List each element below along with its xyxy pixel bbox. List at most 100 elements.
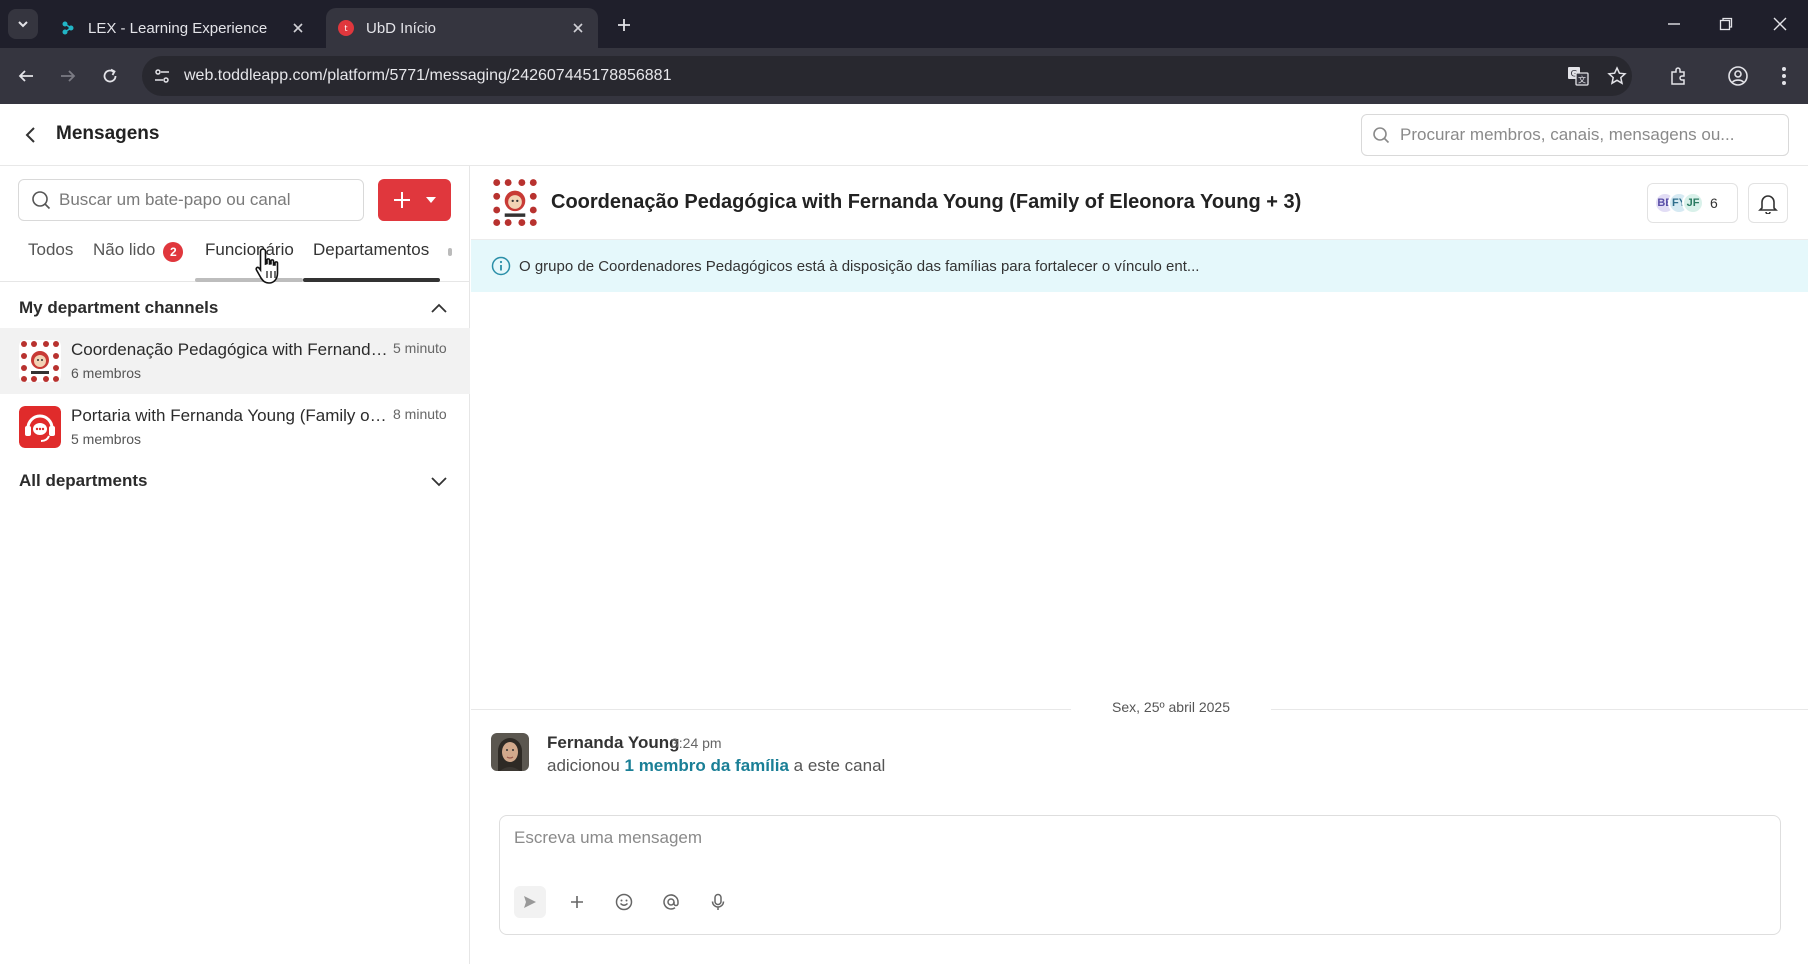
message-author[interactable]: Fernanda Young: [547, 733, 680, 753]
info-icon: [491, 256, 511, 276]
chevron-down-icon[interactable]: [428, 470, 450, 492]
date-label: Sex, 25º abril 2025: [1071, 699, 1271, 715]
svg-text:t: t: [344, 24, 347, 33]
channel-info-banner: O grupo de Coordenadores Pedagógicos est…: [471, 240, 1808, 292]
restore-icon: [1719, 17, 1733, 31]
site-info-icon[interactable]: [142, 56, 182, 96]
minimize-button[interactable]: [1662, 12, 1686, 36]
unread-count-badge: 2: [163, 242, 184, 262]
plus-icon: [618, 19, 630, 31]
send-icon: [524, 896, 536, 908]
minimize-icon: [1668, 23, 1680, 25]
channel-name: Coordenação Pedagógica with Fernanda You…: [71, 340, 389, 359]
reload-button[interactable]: [96, 62, 124, 90]
tab-departments[interactable]: Departamentos: [313, 238, 429, 282]
app-header: Mensagens: [0, 104, 1808, 166]
chevron-left-icon: [25, 127, 35, 143]
caret-down-icon: [425, 197, 436, 203]
reload-icon: [103, 68, 117, 83]
members-button[interactable]: BE FY JF 6: [1647, 183, 1738, 223]
date-separator: Sex, 25º abril 2025: [471, 699, 1808, 719]
tab-unread-label: Não lido: [93, 240, 156, 259]
mention-button[interactable]: [655, 886, 687, 918]
avatar[interactable]: [491, 733, 529, 771]
plus-icon: [394, 192, 411, 208]
message-link[interactable]: 1 membro da família: [625, 756, 789, 775]
translate-icon[interactable]: G文: [1564, 62, 1592, 90]
new-chat-button[interactable]: [378, 179, 451, 221]
channel-avatar[interactable]: [491, 178, 539, 226]
page-title: Mensagens: [56, 123, 160, 144]
send-button[interactable]: [514, 886, 546, 918]
message-body: adicionou 1 membro da família a este can…: [547, 756, 885, 776]
channel-time: 8 minuto: [393, 406, 447, 422]
chat-search-input[interactable]: [59, 190, 349, 210]
plus-icon: [571, 896, 583, 908]
channel-members: 5 membros: [71, 431, 142, 447]
browser-tab-bar: LEX - Learning Experience t UbD Início: [0, 0, 1808, 48]
message-input[interactable]: [514, 828, 1764, 858]
browser-tab-lex[interactable]: LEX - Learning Experience: [48, 8, 318, 48]
close-icon[interactable]: [570, 20, 586, 36]
close-icon[interactable]: [290, 20, 306, 36]
channel-avatar: [19, 406, 61, 448]
hand-cursor-icon: [255, 248, 279, 284]
forward-button[interactable]: [54, 62, 82, 90]
restore-button[interactable]: [1714, 12, 1738, 36]
message-time: 3:24 pm: [671, 735, 722, 751]
tab-hover-indicator: [195, 278, 303, 282]
search-icon: [32, 191, 51, 210]
message-text: a este canal: [793, 756, 886, 775]
tab-search-button[interactable]: [8, 9, 38, 39]
global-search-input[interactable]: [1400, 125, 1770, 145]
lex-favicon-icon: [62, 21, 74, 35]
channel-item[interactable]: Portaria with Fernanda Young (Family of …: [0, 394, 470, 460]
toddle-favicon-icon: t: [338, 20, 354, 36]
channel-item[interactable]: Coordenação Pedagógica with Fernanda You…: [0, 328, 470, 394]
message-composer: [499, 815, 1781, 935]
channel-time: 5 minuto: [393, 340, 447, 356]
section-all-departments[interactable]: All departments: [0, 461, 470, 501]
at-sign-icon: [663, 894, 679, 910]
profile-icon[interactable]: [1724, 62, 1752, 90]
emoji-button[interactable]: [608, 886, 640, 918]
new-tab-button[interactable]: [612, 13, 636, 37]
tabs-overflow-indicator[interactable]: [448, 248, 452, 256]
emoji-icon: [615, 893, 633, 911]
channel-members: 6 membros: [71, 365, 142, 381]
bookmark-star-icon[interactable]: [1603, 62, 1631, 90]
section-title: All departments: [19, 471, 148, 490]
tab-title: UbD Início: [366, 19, 437, 37]
section-my-department-channels[interactable]: My department channels: [0, 288, 470, 328]
arrow-right-icon: [61, 70, 76, 82]
channel-name: Portaria with Fernanda Young (Family of …: [71, 406, 389, 425]
notifications-button[interactable]: [1748, 183, 1788, 223]
chevron-down-icon: [18, 21, 28, 28]
tab-unread[interactable]: Não lido 2: [93, 238, 184, 282]
back-button[interactable]: [12, 62, 40, 90]
url-text: web.toddleapp.com/platform/5771/messagin…: [184, 67, 672, 84]
channel-avatar: [19, 340, 61, 382]
voice-button[interactable]: [702, 886, 734, 918]
banner-text: O grupo de Coordenadores Pedagógicos est…: [519, 257, 1200, 275]
extensions-icon[interactable]: [1664, 62, 1692, 90]
channel-header: Coordenação Pedagógica with Fernanda You…: [471, 166, 1808, 240]
bell-icon: [1758, 195, 1778, 214]
address-bar[interactable]: web.toddleapp.com/platform/5771/messagin…: [142, 56, 1632, 96]
tab-departments-label: Departamentos: [313, 240, 430, 259]
browser-tab-ubd[interactable]: t UbD Início: [326, 8, 598, 48]
global-search[interactable]: [1361, 114, 1789, 156]
filter-tabs: Todos Não lido 2 Funcionário Departament…: [0, 238, 470, 282]
close-window-button[interactable]: [1768, 12, 1792, 36]
chevron-up-icon[interactable]: [428, 297, 450, 319]
tab-all[interactable]: Todos: [28, 238, 73, 282]
chat-search[interactable]: [18, 179, 364, 221]
section-title: My department channels: [19, 298, 219, 317]
browser-toolbar: web.toddleapp.com/platform/5771/messagin…: [0, 48, 1808, 104]
message-text: adicionou: [547, 756, 620, 775]
microphone-icon: [711, 893, 725, 910]
member-count: 6: [1710, 195, 1718, 211]
attach-button[interactable]: [561, 886, 593, 918]
kebab-menu-icon[interactable]: [1770, 62, 1798, 90]
back-button[interactable]: [18, 122, 44, 148]
